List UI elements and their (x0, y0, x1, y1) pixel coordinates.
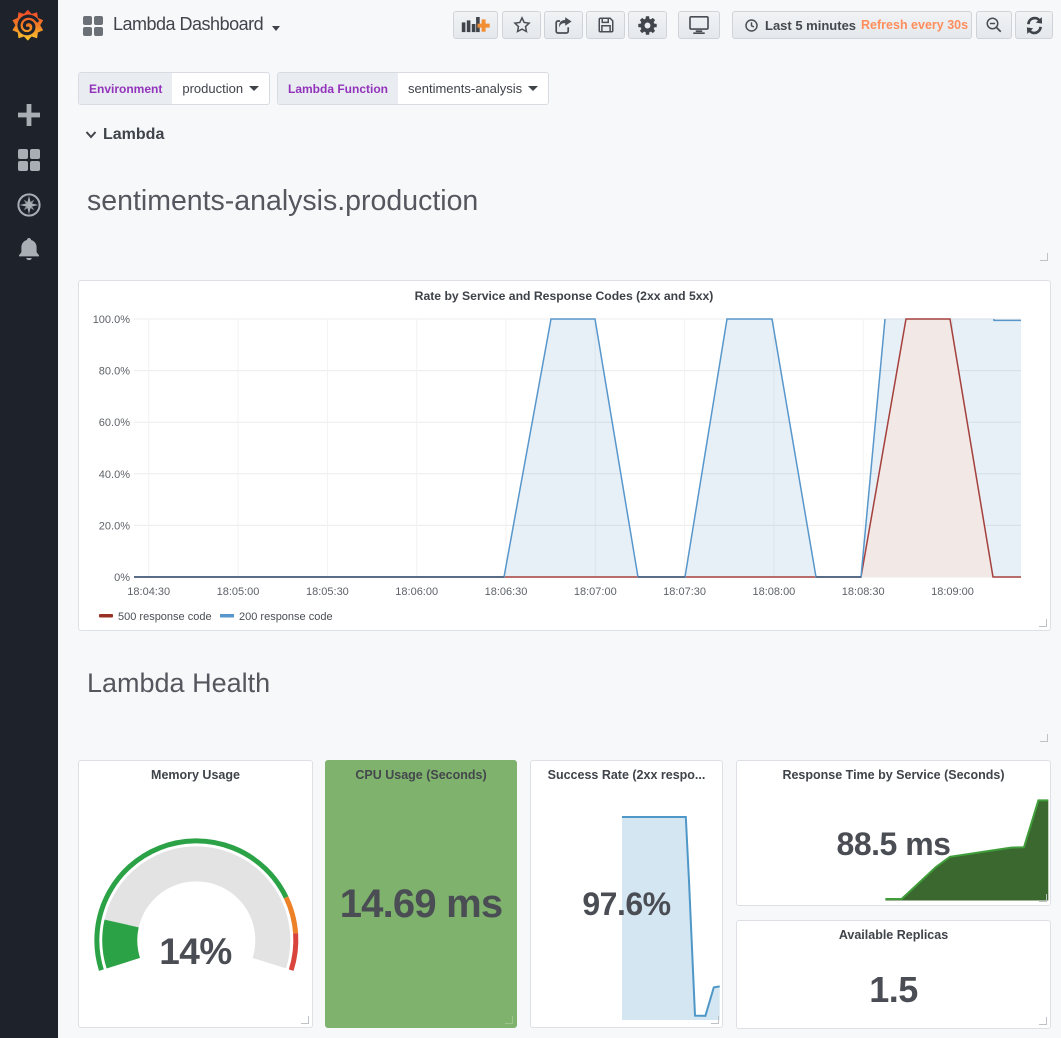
svg-text:18:06:30: 18:06:30 (485, 586, 528, 598)
svg-text:18:08:30: 18:08:30 (842, 586, 885, 598)
svg-text:100.0%: 100.0% (93, 314, 131, 326)
svg-text:500 response code: 500 response code (118, 611, 212, 623)
svg-text:20.0%: 20.0% (99, 520, 130, 532)
svg-text:18:06:00: 18:06:00 (395, 586, 438, 598)
svg-text:60.0%: 60.0% (99, 417, 130, 429)
svg-text:0%: 0% (114, 572, 130, 584)
svg-text:18:05:30: 18:05:30 (306, 586, 349, 598)
svg-text:18:05:00: 18:05:00 (217, 586, 260, 598)
svg-text:18:08:00: 18:08:00 (752, 586, 795, 598)
svg-text:18:07:30: 18:07:30 (663, 586, 706, 598)
svg-text:18:07:00: 18:07:00 (574, 586, 617, 598)
svg-text:18:04:30: 18:04:30 (127, 586, 170, 598)
svg-text:80.0%: 80.0% (99, 366, 130, 378)
svg-text:200 response code: 200 response code (239, 611, 333, 623)
svg-text:Rate by Service and Response C: Rate by Service and Response Codes (2xx … (415, 289, 714, 303)
svg-text:18:09:00: 18:09:00 (931, 586, 974, 598)
svg-text:40.0%: 40.0% (99, 469, 130, 481)
